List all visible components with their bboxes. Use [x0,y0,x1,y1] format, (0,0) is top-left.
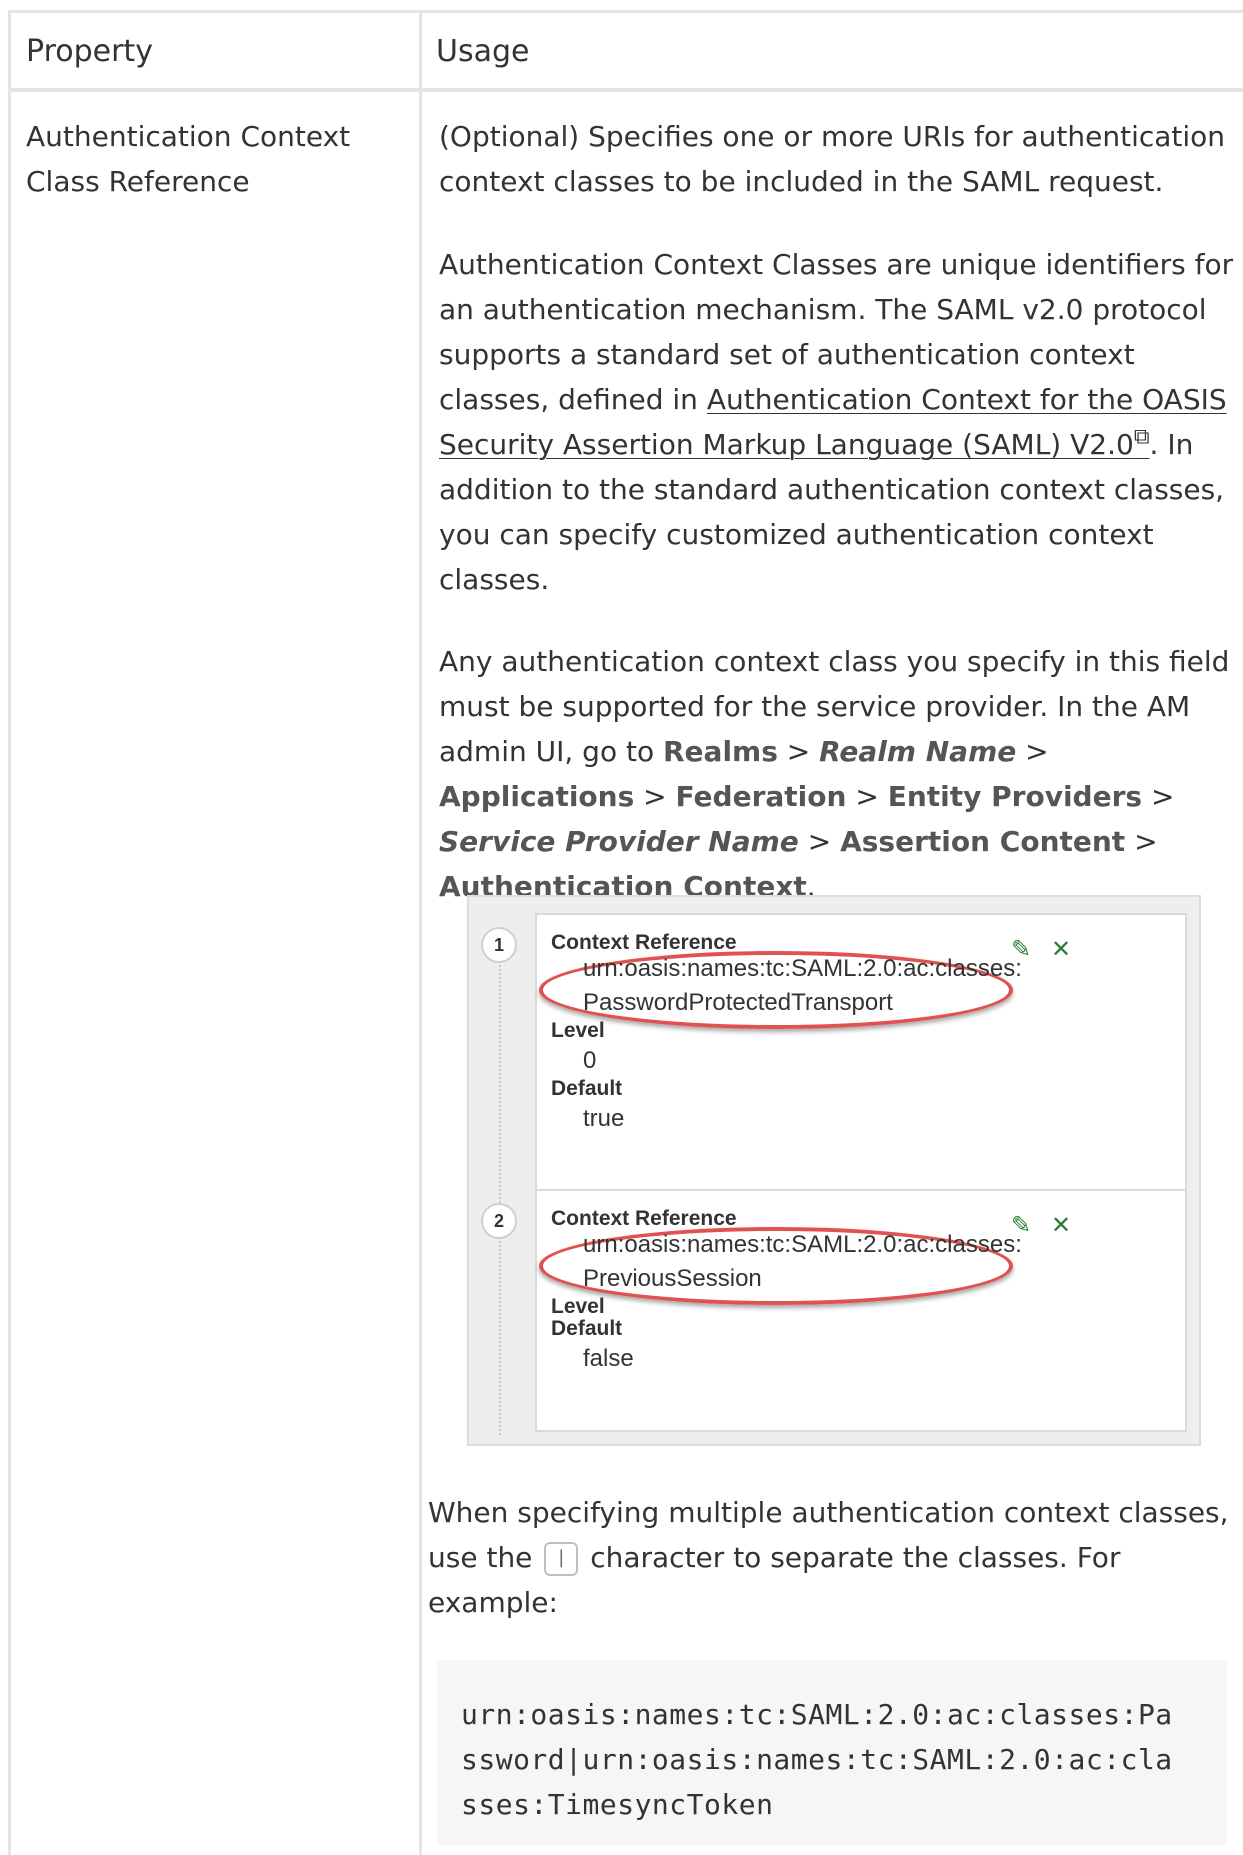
timeline-line [499,945,501,1435]
nav-separator: > [1134,825,1158,858]
nav-applications: Applications [439,780,635,813]
default-value: true [583,1105,625,1132]
nav-federation: Federation [675,780,847,813]
nav-service-provider-name: Service Provider Name [439,825,799,858]
edit-pencil-icon: ✎ [1011,1211,1032,1239]
code-line: ssword|urn:oasis:names:tc:SAML:2.0:ac:cl… [461,1743,1173,1776]
usage-paragraph-navigation: Any authentication context class you spe… [439,645,1230,903]
nav-separator: > [1025,735,1049,768]
nav-separator: > [855,780,879,813]
context-reference-label: Context Reference [551,931,737,954]
entry-number-badge: 1 [481,927,517,963]
nav-assertion-content: Assertion Content [840,825,1126,858]
default-value: false [583,1345,634,1372]
context-reference-value: urn:oasis:names:tc:SAML:2.0:ac:classes: [583,1231,1022,1258]
nav-separator: > [1150,780,1175,813]
context-reference-label: Context Reference [551,1207,737,1230]
context-reference-value: PreviousSession [583,1265,762,1292]
nav-separator: > [807,825,832,858]
code-line: urn:oasis:names:tc:SAML:2.0:ac:classes:P… [461,1698,1173,1731]
separator-character-code: | [544,1542,579,1576]
property-name: Authentication Context Class Reference [26,120,351,198]
nav-entity-providers: Entity Providers [887,780,1143,813]
column-header-property: Property [26,34,153,69]
context-list-panel: Context Reference urn:oasis:names:tc:SAM… [535,913,1187,1432]
default-label: Default [551,1077,623,1100]
nav-realm-name: Realm Name [819,735,1017,768]
column-header-usage: Usage [436,34,530,69]
nav-separator: > [786,735,811,768]
header-divider [11,88,1243,92]
level-value: 0 [583,1047,597,1074]
edit-pencil-icon: ✎ [1011,935,1032,963]
entry-divider [537,1189,1185,1191]
default-label: Default [551,1317,623,1340]
level-label: Level [551,1019,605,1042]
code-line: sses:TimesyncToken [461,1788,774,1821]
usage-paragraph-classes: Authentication Context Classes are uniqu… [439,242,1243,602]
delete-x-icon: ✕ [1051,935,1072,963]
usage-paragraph-optional: (Optional) Specifies one or more URIs fo… [439,120,1226,198]
authentication-context-screenshot: 1 2 Context Reference urn:oasis:names:tc… [467,895,1201,1446]
context-reference-value: urn:oasis:names:tc:SAML:2.0:ac:classes: [583,955,1022,982]
usage-paragraph-separator: When specifying multiple authentication … [428,1490,1233,1625]
nav-separator: > [643,780,667,813]
level-label: Level [551,1295,605,1318]
column-divider [419,13,422,1855]
code-example: urn:oasis:names:tc:SAML:2.0:ac:classes:P… [437,1660,1227,1845]
external-link-icon: ⧉ [1133,424,1150,450]
nav-realms: Realms [663,735,778,768]
entry-number-badge: 2 [481,1203,517,1239]
context-reference-value: PasswordProtectedTransport [583,989,893,1016]
delete-x-icon: ✕ [1051,1211,1072,1239]
